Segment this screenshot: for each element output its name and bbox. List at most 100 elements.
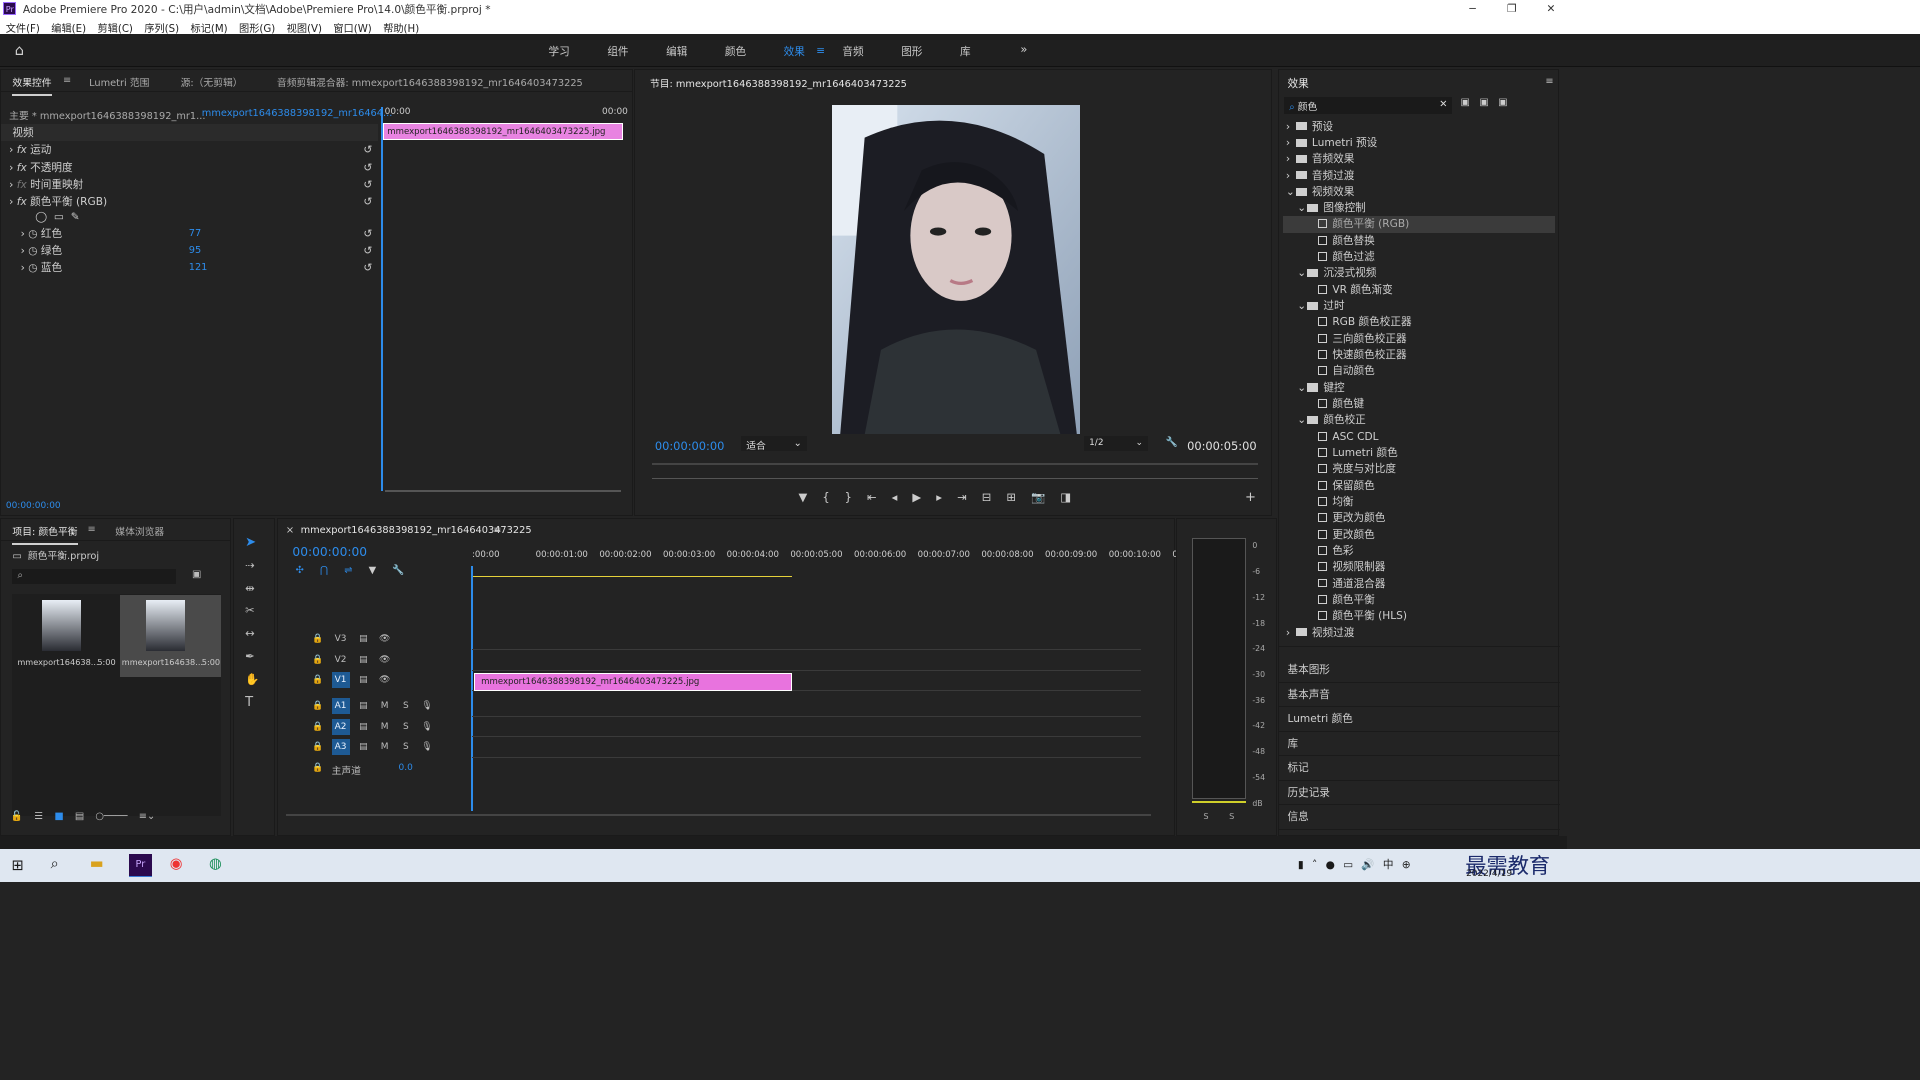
expand-arrow-icon[interactable]: › bbox=[9, 143, 17, 156]
sync-lock-icon[interactable]: ▤ bbox=[354, 698, 372, 714]
expand-arrow-icon[interactable]: › bbox=[9, 178, 17, 191]
list-view-icon[interactable]: ☰ bbox=[34, 811, 43, 822]
reset-icon[interactable]: ↺ bbox=[363, 141, 372, 158]
effect-tree-item[interactable]: › 音频效果 bbox=[1283, 151, 1556, 167]
effect-tree-item[interactable]: 色彩 bbox=[1283, 543, 1556, 559]
rect-mask-icon[interactable]: ▭ bbox=[54, 210, 64, 223]
edge-icon[interactable]: ◍ bbox=[209, 855, 222, 872]
sync-lock-icon[interactable]: ▤ bbox=[354, 739, 372, 755]
workspace-menu-icon[interactable]: ≡ bbox=[816, 44, 825, 57]
track-visibility-icon[interactable]: 👁 bbox=[376, 631, 394, 647]
pen-tool-icon[interactable]: ✒ bbox=[245, 649, 255, 663]
track-label[interactable]: A3 bbox=[331, 738, 350, 756]
workspace-tab-6[interactable]: 图形 bbox=[901, 44, 922, 59]
effects-section-header[interactable]: 基本图形 bbox=[1279, 658, 1561, 683]
close-sequence-icon[interactable]: × bbox=[286, 525, 294, 536]
track-label[interactable]: A2 bbox=[331, 718, 350, 735]
fx-badge-icon[interactable]: fx bbox=[17, 195, 30, 208]
effect-tree-item[interactable]: 颜色平衡 (HLS) bbox=[1283, 608, 1556, 624]
ec-effect-row[interactable]: › fx 时间重映射 ↺ bbox=[1, 176, 378, 193]
effect-tree-item[interactable]: 视频限制器 bbox=[1283, 559, 1556, 575]
effect-tree-item[interactable]: 更改颜色 bbox=[1283, 527, 1556, 543]
effects-section-header[interactable]: 历史记录 bbox=[1279, 781, 1561, 806]
lock-icon[interactable]: 🔓 bbox=[11, 811, 23, 822]
track-lock-icon[interactable]: 🔒 bbox=[309, 760, 327, 776]
effect-tree-item[interactable]: › 视频过渡 bbox=[1283, 625, 1556, 641]
effect-tree-item[interactable]: 快速颜色校正器 bbox=[1283, 347, 1556, 363]
extract-icon[interactable]: ⊞ bbox=[1006, 490, 1016, 504]
mute-button[interactable]: M bbox=[376, 739, 394, 755]
voiceover-icon[interactable]: 🎙 bbox=[418, 739, 436, 755]
marker-icon[interactable]: ▼ bbox=[369, 565, 377, 576]
sort-icon[interactable]: ≡⌄ bbox=[139, 811, 155, 822]
type-tool-icon[interactable]: T bbox=[245, 695, 253, 710]
linked-select-icon[interactable]: ⇌ bbox=[344, 565, 352, 576]
ec-playhead[interactable] bbox=[381, 107, 384, 491]
ec-clip-bar[interactable]: mmexport1646388398192_mr1646403473225.jp… bbox=[383, 123, 623, 140]
track-visibility-icon[interactable]: 👁 bbox=[376, 652, 394, 668]
sequence-clip-link[interactable]: mmexport1646388398192_mr16464... bbox=[202, 108, 393, 119]
close-icon[interactable]: ✕ bbox=[1531, 0, 1570, 18]
more-workspaces-icon[interactable]: » bbox=[1020, 42, 1027, 56]
project-search-input[interactable]: ⌕ bbox=[12, 569, 176, 584]
add-button-icon[interactable]: + bbox=[1245, 490, 1256, 505]
nest-icon[interactable]: ✣ bbox=[296, 565, 304, 576]
effect-tree-item[interactable]: 三向颜色校正器 bbox=[1283, 331, 1556, 347]
step-forward-icon[interactable]: ▸ bbox=[936, 490, 942, 504]
track-visibility-icon[interactable]: 👁 bbox=[376, 672, 394, 688]
effect-tree-item[interactable]: 颜色键 bbox=[1283, 396, 1556, 412]
tree-arrow-icon[interactable]: ⌄ bbox=[1297, 298, 1307, 314]
tree-arrow-icon[interactable]: › bbox=[1286, 119, 1296, 135]
slip-tool-icon[interactable]: ↔ bbox=[245, 626, 255, 640]
effect-tree-item[interactable]: RGB 颜色校正器 bbox=[1283, 314, 1556, 330]
v1-clip[interactable]: mmexport1646388398192_mr1646403473225.jp… bbox=[473, 672, 792, 691]
ec-zoom-bar[interactable] bbox=[384, 489, 622, 492]
ec-tab-3[interactable]: 音频剪辑混合器: mmexport1646388398192_mr1646403… bbox=[277, 75, 583, 89]
effect-tree-item[interactable]: ⌄ 键控 bbox=[1283, 380, 1556, 396]
solo-button[interactable]: S bbox=[397, 739, 415, 755]
effects-filter-icons[interactable]: ▣ ▣ ▣ bbox=[1461, 97, 1508, 108]
tree-arrow-icon[interactable]: ⌄ bbox=[1297, 380, 1307, 396]
reset-icon[interactable]: ↺ bbox=[363, 159, 372, 176]
effect-tree-item[interactable]: ⌄ 视频效果 bbox=[1283, 184, 1556, 200]
master-volume-value[interactable]: 0.0 bbox=[399, 763, 413, 773]
workspace-tab-5[interactable]: 音频 bbox=[842, 44, 863, 59]
new-bin-icon[interactable]: ▣ bbox=[192, 569, 201, 580]
ripple-edit-tool-icon[interactable]: ⇹ bbox=[245, 581, 255, 595]
track-label[interactable]: V1 bbox=[331, 671, 350, 689]
mute-button[interactable]: M bbox=[376, 698, 394, 714]
ec-tab-1[interactable]: Lumetri 范围 bbox=[89, 75, 149, 89]
effects-section-header[interactable]: 标记 bbox=[1279, 756, 1561, 781]
reset-icon[interactable]: ↺ bbox=[363, 242, 372, 259]
project-menu-icon[interactable]: ≡ bbox=[88, 524, 96, 535]
program-timecode[interactable]: 00:00:00:00 bbox=[655, 439, 725, 453]
timeline-zoom-bar[interactable] bbox=[285, 814, 1152, 816]
play-icon[interactable]: ▶ bbox=[912, 490, 921, 504]
workspace-tab-3[interactable]: 颜色 bbox=[725, 44, 746, 59]
fit-dropdown[interactable]: 适合 ⌄ bbox=[741, 436, 807, 452]
ellipse-mask-icon[interactable]: ◯ bbox=[35, 210, 47, 223]
go-to-in-icon[interactable]: ⇤ bbox=[867, 490, 877, 504]
timeline-settings-icon[interactable]: 🔧 bbox=[392, 565, 404, 576]
track-lock-icon[interactable]: 🔒 bbox=[309, 698, 327, 714]
effect-tree-item[interactable]: ⌄ 过时 bbox=[1283, 298, 1556, 314]
ec-menu-icon[interactable]: ≡ bbox=[63, 75, 71, 86]
pen-mask-icon[interactable]: ✎ bbox=[71, 210, 80, 223]
search-icon[interactable]: ⌕ bbox=[51, 855, 59, 872]
windows-start-icon[interactable]: ⊞ bbox=[11, 857, 23, 874]
ec-param-row[interactable]: › ◷ 红色 77 ↺ bbox=[1, 225, 378, 242]
home-icon[interactable]: ⌂ bbox=[15, 42, 24, 59]
workspace-tab-0[interactable]: 学习 bbox=[549, 44, 570, 59]
solo-button[interactable]: S bbox=[397, 698, 415, 714]
sync-lock-icon[interactable]: ▤ bbox=[354, 631, 372, 647]
track-label[interactable]: A1 bbox=[331, 698, 350, 715]
tree-arrow-icon[interactable]: › bbox=[1286, 168, 1296, 184]
ec-effect-row[interactable]: › fx 不透明度 ↺ bbox=[1, 159, 378, 176]
system-tray[interactable]: ▮ ˄ ● ▭ 🔊 中 ⊕ bbox=[1298, 857, 1411, 872]
sync-lock-icon[interactable]: ▤ bbox=[354, 672, 372, 688]
effect-tree-item[interactable]: ⌄ 图像控制 bbox=[1283, 200, 1556, 216]
expand-arrow-icon[interactable]: › bbox=[9, 195, 17, 208]
solo-button[interactable]: S bbox=[397, 719, 415, 735]
ec-effect-row[interactable]: › fx 颜色平衡 (RGB) ↺ bbox=[1, 193, 378, 210]
freeform-view-icon[interactable]: ▤ bbox=[75, 811, 84, 822]
